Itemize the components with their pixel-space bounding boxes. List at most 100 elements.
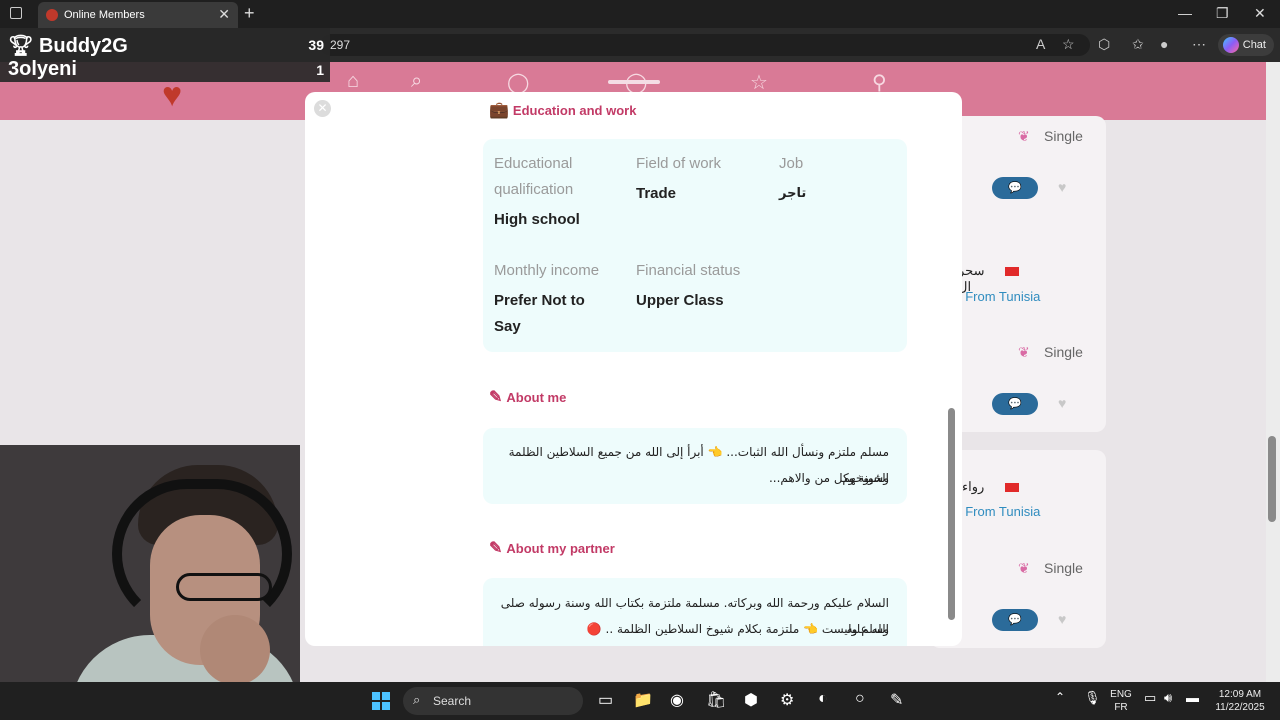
member-location: , From Tunisia xyxy=(958,504,1041,519)
page-scrollbar-thumb[interactable] xyxy=(1268,436,1276,522)
about-me-section-title: ✎ About me xyxy=(489,387,566,407)
educational-qualification-label: Educational qualification xyxy=(494,155,574,198)
taskbar-search[interactable]: ⌕ Search xyxy=(403,687,583,715)
field-of-work-value: Trade xyxy=(636,185,677,202)
microphone-icon[interactable]: 🎙 xyxy=(1084,690,1101,706)
chat-button[interactable]: 💬 xyxy=(992,177,1038,199)
glasses-icon xyxy=(176,573,272,601)
tunisia-flag-icon xyxy=(1005,483,1019,492)
steam-icon[interactable]: ⚙ xyxy=(780,690,794,710)
about-me-panel: مسلم ملتزم ونسأل الله الثبات... 👈 أبرأ إ… xyxy=(483,428,907,504)
financial-status-value: Upper Class xyxy=(636,292,724,309)
chat-button[interactable]: 💬 xyxy=(992,609,1038,631)
start-icon[interactable] xyxy=(372,692,390,710)
balloon-icon: ❦ xyxy=(1018,560,1030,576)
favorite-star-icon[interactable]: ☆ xyxy=(1062,36,1075,53)
job-label: Job xyxy=(779,155,804,172)
tunisia-flag-icon xyxy=(1005,267,1019,276)
person-hand xyxy=(200,615,270,685)
about-me-title-text: About me xyxy=(506,389,567,405)
education-title-text: Education and work xyxy=(512,102,637,118)
marital-status: Single xyxy=(1044,128,1083,144)
education-section-title: 💼 Education and work xyxy=(489,100,636,120)
file-explorer-icon[interactable]: 📁 xyxy=(633,690,653,710)
scoreboard-overlay: 🏆︎ Buddy2G 39 3olyeni 1 xyxy=(0,28,330,82)
minimize-icon[interactable]: — xyxy=(1178,5,1192,21)
like-heart-icon[interactable]: ♥ xyxy=(1058,395,1066,411)
site-favicon-icon xyxy=(46,9,58,21)
marital-status: Single xyxy=(1044,560,1083,576)
tab-online-members[interactable]: Online Members ✕ xyxy=(38,2,238,28)
search-icon[interactable]: ⌕ xyxy=(411,70,422,93)
marital-status: Single xyxy=(1044,344,1083,360)
url-field[interactable]: 297 xyxy=(320,34,1090,56)
search-icon: ⌕ xyxy=(413,692,421,707)
about-partner-line-2: وسلم وليست 👈 ملتزمة بكلام شيوخ السلاطين … xyxy=(586,622,889,636)
search-label: Search xyxy=(433,694,472,708)
volume-icon[interactable]: 🔊︎ xyxy=(1164,690,1172,706)
browser-tab-bar: Online Members ✕ + — ❐ ✕ xyxy=(0,0,1280,28)
job-value: تاجر xyxy=(779,186,807,201)
clock[interactable]: 12:09 AM 11/22/2025 xyxy=(1208,688,1272,714)
modal-scrollbar-thumb[interactable] xyxy=(948,408,955,620)
date-text: 11/22/2025 xyxy=(1215,702,1265,713)
player-2-name: 3olyeni xyxy=(8,58,77,80)
battery-icon[interactable]: ▬ xyxy=(1186,690,1199,705)
balloon-icon: ❦ xyxy=(1018,128,1030,144)
chat-label: Chat xyxy=(1242,39,1266,51)
language-primary: ENG xyxy=(1110,689,1132,700)
financial-status-label: Financial status xyxy=(636,262,741,279)
language-secondary: FR xyxy=(1114,702,1128,713)
new-tab-icon[interactable]: + xyxy=(244,3,255,24)
monthly-income-value: Prefer Not to Say xyxy=(494,292,585,335)
about-partner-section-title: ✎ About my partner xyxy=(489,538,615,558)
task-view-icon[interactable]: ▭ xyxy=(598,690,613,710)
profile-icon[interactable]: ● xyxy=(1160,36,1168,52)
balloon-icon: ❦ xyxy=(1018,344,1030,360)
read-aloud-icon[interactable]: A xyxy=(1036,36,1045,52)
close-window-icon[interactable]: ✕ xyxy=(1254,5,1266,22)
chevron-up-icon[interactable]: ⌃ xyxy=(1055,690,1065,704)
home-icon[interactable]: ⌂ xyxy=(347,70,359,93)
about-partner-panel: السلام عليكم ورحمة الله وبركاته. مسلمة م… xyxy=(483,578,907,646)
educational-qualification-value: High school xyxy=(494,211,580,228)
page-scrollbar[interactable] xyxy=(1266,62,1280,682)
windows-taskbar: ⌕ Search ▭ 📁 ◉ 🛍 ⬢ ⚙ ◐ ○ ✎ ⌃ 🎙 ENG FR ▭ … xyxy=(0,682,1280,720)
field-of-work-label: Field of work xyxy=(636,155,722,172)
language-indicator[interactable]: ENG FR xyxy=(1108,688,1134,714)
discord-icon[interactable]: ◐ xyxy=(818,690,828,708)
network-icon[interactable]: ▭ xyxy=(1144,690,1156,706)
tab-actions-icon[interactable] xyxy=(10,7,22,19)
close-modal-icon[interactable]: ✕ xyxy=(314,100,331,117)
store-icon[interactable]: 🛍 xyxy=(706,690,726,710)
about-me-line-2: الخونة وكل من والاهم... xyxy=(768,471,889,485)
monthly-income-label: Monthly income xyxy=(494,262,600,279)
player-1: 🏆︎ Buddy2G xyxy=(8,33,128,58)
profile-modal: ✕ 💼 Education and work Educational quali… xyxy=(305,92,962,646)
player-1-name: Buddy2G xyxy=(38,35,128,57)
member-name[interactable]: رواء xyxy=(962,479,1000,495)
chat-button[interactable]: 💬 xyxy=(992,393,1038,415)
edge-icon[interactable]: ◉ xyxy=(670,690,684,710)
more-options-icon[interactable]: ⋯ xyxy=(1192,36,1206,53)
player-1-score: 39 xyxy=(308,37,324,53)
briefcase-icon: 💼 xyxy=(489,102,509,119)
like-heart-icon[interactable]: ♥ xyxy=(1058,179,1066,195)
education-panel: Educational qualification High school Fi… xyxy=(483,139,907,352)
pen-icon: ✎ xyxy=(489,540,503,557)
close-tab-icon[interactable]: ✕ xyxy=(218,6,230,23)
copilot-icon xyxy=(1223,37,1239,53)
pen-icon: ✎ xyxy=(489,389,503,406)
opera-icon[interactable]: ○ xyxy=(855,690,865,708)
app-icon[interactable]: ⬢ xyxy=(744,690,758,710)
paint-icon[interactable]: ✎ xyxy=(890,690,903,710)
maximize-icon[interactable]: ❐ xyxy=(1216,5,1229,22)
trophy-icon: 🏆︎ xyxy=(8,35,34,57)
extensions-icon[interactable]: ⬡ xyxy=(1098,36,1110,53)
favorites-icon[interactable]: ✩ xyxy=(1132,36,1144,53)
webcam-overlay xyxy=(0,445,300,685)
tab-title: Online Members xyxy=(64,9,145,21)
copilot-chat-button[interactable]: Chat xyxy=(1218,34,1274,56)
about-partner-title-text: About my partner xyxy=(506,540,615,556)
like-heart-icon[interactable]: ♥ xyxy=(1058,611,1066,627)
